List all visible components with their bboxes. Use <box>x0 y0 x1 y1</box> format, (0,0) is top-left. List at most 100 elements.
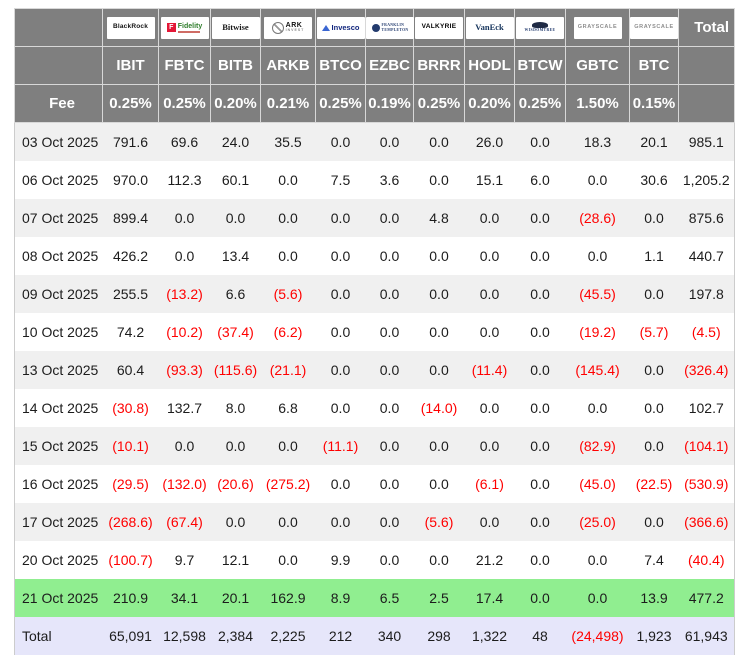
value-cell: 0.0 <box>566 541 630 579</box>
value-cell: 0.0 <box>630 199 679 237</box>
date-cell: 14 Oct 2025 <box>15 389 103 427</box>
table-body: 03 Oct 2025791.669.624.035.50.00.00.026.… <box>15 123 735 655</box>
value-cell: 1,205.2 <box>679 161 735 199</box>
fidelity-logo: F Fidelity <box>161 17 209 39</box>
value-cell: 12.1 <box>211 541 261 579</box>
value-cell: 0.0 <box>566 579 630 617</box>
value-cell: 477.2 <box>679 579 735 617</box>
value-cell: 0.0 <box>366 199 414 237</box>
value-cell: (28.6) <box>566 199 630 237</box>
value-cell: 0.0 <box>414 465 465 503</box>
value-cell: 102.7 <box>679 389 735 427</box>
etf-flow-table: BlackRock F Fidelity Bitwise <box>14 8 735 655</box>
date-cell: 06 Oct 2025 <box>15 161 103 199</box>
ark-invest-logo: ARK INVEST <box>264 17 312 39</box>
date-cell: 17 Oct 2025 <box>15 503 103 541</box>
value-cell: (5.6) <box>414 503 465 541</box>
value-cell: (145.4) <box>566 351 630 389</box>
value-cell: 6.8 <box>261 389 316 427</box>
value-cell: 0.0 <box>316 465 366 503</box>
value-cell: 26.0 <box>465 123 515 162</box>
value-cell: (10.1) <box>103 427 159 465</box>
table-row: 09 Oct 2025255.5(13.2)6.6(5.6)0.00.00.00… <box>15 275 735 313</box>
value-cell: 985.1 <box>679 123 735 162</box>
table-row: 13 Oct 202560.4(93.3)(115.6)(21.1)0.00.0… <box>15 351 735 389</box>
value-cell: 21.2 <box>465 541 515 579</box>
value-cell: 2.5 <box>414 579 465 617</box>
value-cell: 875.6 <box>679 199 735 237</box>
value-cell: (82.9) <box>566 427 630 465</box>
value-cell: 0.0 <box>261 427 316 465</box>
date-cell: 08 Oct 2025 <box>15 237 103 275</box>
value-cell: 0.0 <box>465 199 515 237</box>
value-cell: 0.0 <box>465 427 515 465</box>
ticker-btc: BTC <box>630 47 679 85</box>
value-cell: 162.9 <box>261 579 316 617</box>
value-cell: 0.0 <box>366 123 414 162</box>
value-cell: 0.0 <box>316 275 366 313</box>
logo-row: BlackRock F Fidelity Bitwise <box>15 9 735 47</box>
value-cell: (6.1) <box>465 465 515 503</box>
value-cell: (132.0) <box>159 465 211 503</box>
table-row: 17 Oct 2025(268.6)(67.4)0.00.00.00.0(5.6… <box>15 503 735 541</box>
value-cell: (326.4) <box>679 351 735 389</box>
value-cell: 0.0 <box>515 465 566 503</box>
fee-btc: 0.15% <box>630 85 679 123</box>
fee-bitb: 0.20% <box>211 85 261 123</box>
value-cell: 0.0 <box>159 199 211 237</box>
value-cell: (5.6) <box>261 275 316 313</box>
value-cell: 791.6 <box>103 123 159 162</box>
value-cell: 0.0 <box>515 123 566 162</box>
ticker-arkb: ARKB <box>261 47 316 85</box>
page: BlackRock F Fidelity Bitwise <box>0 0 748 655</box>
wisdomtree-logo: WISDOMTREE <box>516 17 564 39</box>
total-value-cell: 2,384 <box>211 617 261 655</box>
value-cell: 970.0 <box>103 161 159 199</box>
value-cell: (22.5) <box>630 465 679 503</box>
value-cell: 0.0 <box>366 313 414 351</box>
value-cell: 0.0 <box>465 275 515 313</box>
value-cell: (115.6) <box>211 351 261 389</box>
value-cell: (13.2) <box>159 275 211 313</box>
value-cell: 0.0 <box>630 503 679 541</box>
fee-total-cell <box>679 85 735 123</box>
total-row: Total65,09112,5982,3842,2252123402981,32… <box>15 617 735 655</box>
value-cell: (5.7) <box>630 313 679 351</box>
value-cell: 0.0 <box>414 351 465 389</box>
ticker-brrr: BRRR <box>414 47 465 85</box>
table-row: 14 Oct 2025(30.8)132.78.06.80.00.0(14.0)… <box>15 389 735 427</box>
value-cell: 0.0 <box>261 237 316 275</box>
value-cell: 0.0 <box>366 389 414 427</box>
value-cell: (45.5) <box>566 275 630 313</box>
value-cell: 0.0 <box>630 389 679 427</box>
value-cell: 8.9 <box>316 579 366 617</box>
value-cell: 112.3 <box>159 161 211 199</box>
value-cell: 7.4 <box>630 541 679 579</box>
invesco-logo: Invesco <box>317 17 365 39</box>
value-cell: 0.0 <box>366 427 414 465</box>
value-cell: (29.5) <box>103 465 159 503</box>
date-cell: 03 Oct 2025 <box>15 123 103 162</box>
value-cell: 0.0 <box>414 427 465 465</box>
value-cell: (275.2) <box>261 465 316 503</box>
table-row: 10 Oct 202574.2(10.2)(37.4)(6.2)0.00.00.… <box>15 313 735 351</box>
value-cell: 4.8 <box>414 199 465 237</box>
value-cell: (366.6) <box>679 503 735 541</box>
value-cell: 197.8 <box>679 275 735 313</box>
value-cell: (4.5) <box>679 313 735 351</box>
value-cell: 24.0 <box>211 123 261 162</box>
value-cell: (67.4) <box>159 503 211 541</box>
fee-ezbc: 0.19% <box>366 85 414 123</box>
ticker-btco: BTCO <box>316 47 366 85</box>
value-cell: 17.4 <box>465 579 515 617</box>
table-row: 20 Oct 2025(100.7)9.712.10.09.90.00.021.… <box>15 541 735 579</box>
value-cell: 0.0 <box>159 427 211 465</box>
value-cell: 0.0 <box>366 465 414 503</box>
value-cell: 0.0 <box>630 427 679 465</box>
value-cell: 0.0 <box>515 541 566 579</box>
value-cell: (37.4) <box>211 313 261 351</box>
ticker-hodl: HODL <box>465 47 515 85</box>
table-row: 06 Oct 2025970.0112.360.10.07.53.60.015.… <box>15 161 735 199</box>
value-cell: (530.9) <box>679 465 735 503</box>
value-cell: 0.0 <box>366 503 414 541</box>
